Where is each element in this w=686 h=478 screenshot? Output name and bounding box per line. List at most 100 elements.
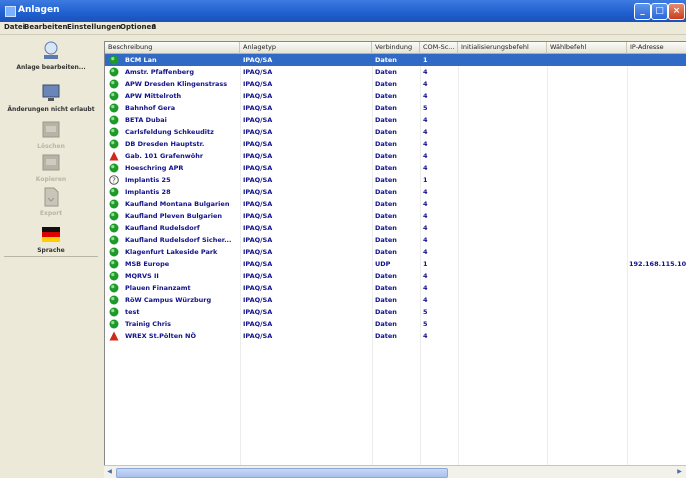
cell-plant-type: IPAQ/SA bbox=[243, 248, 273, 256]
cell-com-port: 4 bbox=[423, 164, 428, 172]
edit-plant-button[interactable]: Anlage bearbeiten... bbox=[0, 40, 102, 71]
cell-ip-address bbox=[629, 198, 686, 210]
cell-plant-type: IPAQ/SA bbox=[243, 80, 273, 88]
changes-not-allowed-button[interactable]: Änderungen nicht erlaubt bbox=[0, 82, 102, 113]
ok-status-icon bbox=[109, 127, 119, 137]
cell-connection: Daten bbox=[375, 212, 397, 220]
table-row[interactable]: MSB Europe IPAQ/SA UDP 1 192.168.115.101 bbox=[105, 258, 686, 270]
copy-label: Kopieren bbox=[35, 176, 67, 183]
ok-status-icon bbox=[109, 259, 119, 269]
cell-description: Kaufland Pleven Bulgarien bbox=[125, 212, 223, 220]
column-header-init-command[interactable]: Initialisierungsbefehl bbox=[458, 42, 547, 54]
cell-plant-type: IPAQ/SA bbox=[243, 212, 273, 220]
export-button[interactable]: Export bbox=[0, 186, 102, 217]
ok-status-icon bbox=[109, 55, 119, 65]
table-row[interactable]: DB Dresden Hauptstr. IPAQ/SA Daten 4 bbox=[105, 138, 686, 150]
cell-com-port: 4 bbox=[423, 272, 428, 280]
cell-plant-type: IPAQ/SA bbox=[243, 152, 273, 160]
minimize-button[interactable]: _ bbox=[634, 3, 651, 20]
table-row[interactable]: Carlsfeldung Schkeuditz IPAQ/SA Daten 4 bbox=[105, 126, 686, 138]
cell-plant-type: IPAQ/SA bbox=[243, 68, 273, 76]
cell-com-port: 1 bbox=[423, 56, 428, 64]
cell-connection: Daten bbox=[375, 224, 397, 232]
cell-com-port: 4 bbox=[423, 68, 428, 76]
table-row[interactable]: Klagenfurt Lakeside Park IPAQ/SA Daten 4 bbox=[105, 246, 686, 258]
column-header-plant-type[interactable]: Anlagetyp bbox=[240, 42, 372, 54]
table-row[interactable]: Implantis 28 IPAQ/SA Daten 4 bbox=[105, 186, 686, 198]
table-row[interactable]: Gab. 101 Grafenwöhr IPAQ/SA Daten 4 bbox=[105, 150, 686, 162]
menu-help[interactable]: ? bbox=[152, 23, 156, 31]
table-row[interactable]: Hoeschring APR IPAQ/SA Daten 4 bbox=[105, 162, 686, 174]
copy-icon bbox=[42, 154, 60, 171]
ok-status-icon bbox=[109, 79, 119, 89]
delete-button[interactable]: Löschen bbox=[0, 119, 102, 150]
cell-connection: Daten bbox=[375, 236, 397, 244]
menu-bearbeiten[interactable]: Bearbeiten bbox=[24, 23, 68, 31]
column-header-ip-address[interactable]: IP-Adresse bbox=[627, 42, 686, 54]
cell-ip-address bbox=[629, 150, 686, 162]
table-row[interactable]: Kaufland Pleven Bulgarien IPAQ/SA Daten 4 bbox=[105, 210, 686, 222]
table-row[interactable]: APW Mittelroth IPAQ/SA Daten 4 bbox=[105, 90, 686, 102]
table-row[interactable]: Amstr. Pfaffenberg IPAQ/SA Daten 4 bbox=[105, 66, 686, 78]
table-row[interactable]: Kaufland Montana Bulgarien IPAQ/SA Daten 4 bbox=[105, 198, 686, 210]
cell-description: MQRVS II bbox=[125, 272, 159, 280]
cell-com-port: 4 bbox=[423, 284, 428, 292]
menu-optionen[interactable]: Optionen bbox=[120, 23, 156, 31]
table-row[interactable]: BCM Lan IPAQ/SA Daten 1 bbox=[105, 54, 686, 66]
language-button[interactable]: Sprache bbox=[0, 223, 102, 254]
plants-table[interactable]: Beschreibung Anlagetyp Verbindung COM-Sc… bbox=[104, 41, 686, 465]
scroll-right-icon[interactable]: ▶ bbox=[675, 468, 684, 476]
table-row[interactable]: RöW Campus Würzburg IPAQ/SA Daten 4 bbox=[105, 294, 686, 306]
cell-ip-address bbox=[629, 174, 686, 186]
scroll-left-icon[interactable]: ◀ bbox=[105, 468, 114, 476]
table-row[interactable]: APW Dresden Klingenstrass IPAQ/SA Daten 4 bbox=[105, 78, 686, 90]
horizontal-scrollbar[interactable]: ◀ ▶ bbox=[104, 465, 686, 478]
cell-plant-type: IPAQ/SA bbox=[243, 164, 273, 172]
column-header-description[interactable]: Beschreibung bbox=[105, 42, 240, 54]
table-row[interactable]: ? Implantis 25 IPAQ/SA Daten 1 bbox=[105, 174, 686, 186]
column-header-dial-command[interactable]: Wählbefehl bbox=[547, 42, 627, 54]
cell-description: Kaufland Rudelsdorf bbox=[125, 224, 200, 232]
cell-ip-address bbox=[629, 222, 686, 234]
menu-einstellungen[interactable]: Einstellungen bbox=[67, 23, 121, 31]
table-row[interactable]: test IPAQ/SA Daten 5 bbox=[105, 306, 686, 318]
table-row[interactable]: Kaufland Rudelsdorf Sicher... IPAQ/SA Date… bbox=[105, 234, 686, 246]
cell-ip-address bbox=[629, 66, 686, 78]
cell-ip-address bbox=[629, 102, 686, 114]
cell-connection: Daten bbox=[375, 92, 397, 100]
cell-connection: Daten bbox=[375, 248, 397, 256]
cell-ip-address bbox=[629, 90, 686, 102]
cell-ip-address bbox=[629, 114, 686, 126]
table-row[interactable]: Bahnhof Gera IPAQ/SA Daten 5 bbox=[105, 102, 686, 114]
delete-label: Löschen bbox=[37, 143, 65, 150]
cell-description: APW Dresden Klingenstrass bbox=[125, 80, 228, 88]
cell-connection: Daten bbox=[375, 56, 397, 64]
cell-com-port: 5 bbox=[423, 104, 428, 112]
table-row[interactable]: Kaufland Rudelsdorf IPAQ/SA Daten 4 bbox=[105, 222, 686, 234]
table-row[interactable]: WREX St.Pölten NÖ IPAQ/SA Daten 4 bbox=[105, 330, 686, 342]
cell-plant-type: IPAQ/SA bbox=[243, 128, 273, 136]
table-row[interactable]: Trainig Chris IPAQ/SA Daten 5 bbox=[105, 318, 686, 330]
maximize-button[interactable]: □ bbox=[651, 3, 668, 20]
title-bar: Anlagen _ □ × bbox=[0, 0, 686, 22]
cell-com-port: 4 bbox=[423, 80, 428, 88]
cell-connection: Daten bbox=[375, 176, 397, 184]
copy-button[interactable]: Kopieren bbox=[0, 152, 102, 183]
column-header-connection[interactable]: Verbindung bbox=[372, 42, 420, 54]
menu-datei[interactable]: Datei bbox=[4, 23, 25, 31]
cell-plant-type: IPAQ/SA bbox=[243, 104, 273, 112]
cell-ip-address bbox=[629, 294, 686, 306]
cell-plant-type: IPAQ/SA bbox=[243, 140, 273, 148]
cell-ip-address bbox=[629, 282, 686, 294]
cell-description: Gab. 101 Grafenwöhr bbox=[125, 152, 204, 160]
cell-connection: UDP bbox=[375, 260, 391, 268]
table-row[interactable]: Plauen Finanzamt IPAQ/SA Daten 4 bbox=[105, 282, 686, 294]
table-row[interactable]: MQRVS II IPAQ/SA Daten 4 bbox=[105, 270, 686, 282]
cell-plant-type: IPAQ/SA bbox=[243, 188, 273, 196]
close-button[interactable]: × bbox=[668, 3, 685, 20]
cell-connection: Daten bbox=[375, 164, 397, 172]
column-header-com[interactable]: COM-Sc... bbox=[420, 42, 458, 54]
table-row[interactable]: BETA Dubai IPAQ/SA Daten 4 bbox=[105, 114, 686, 126]
cell-plant-type: IPAQ/SA bbox=[243, 284, 273, 292]
cell-plant-type: IPAQ/SA bbox=[243, 320, 273, 328]
